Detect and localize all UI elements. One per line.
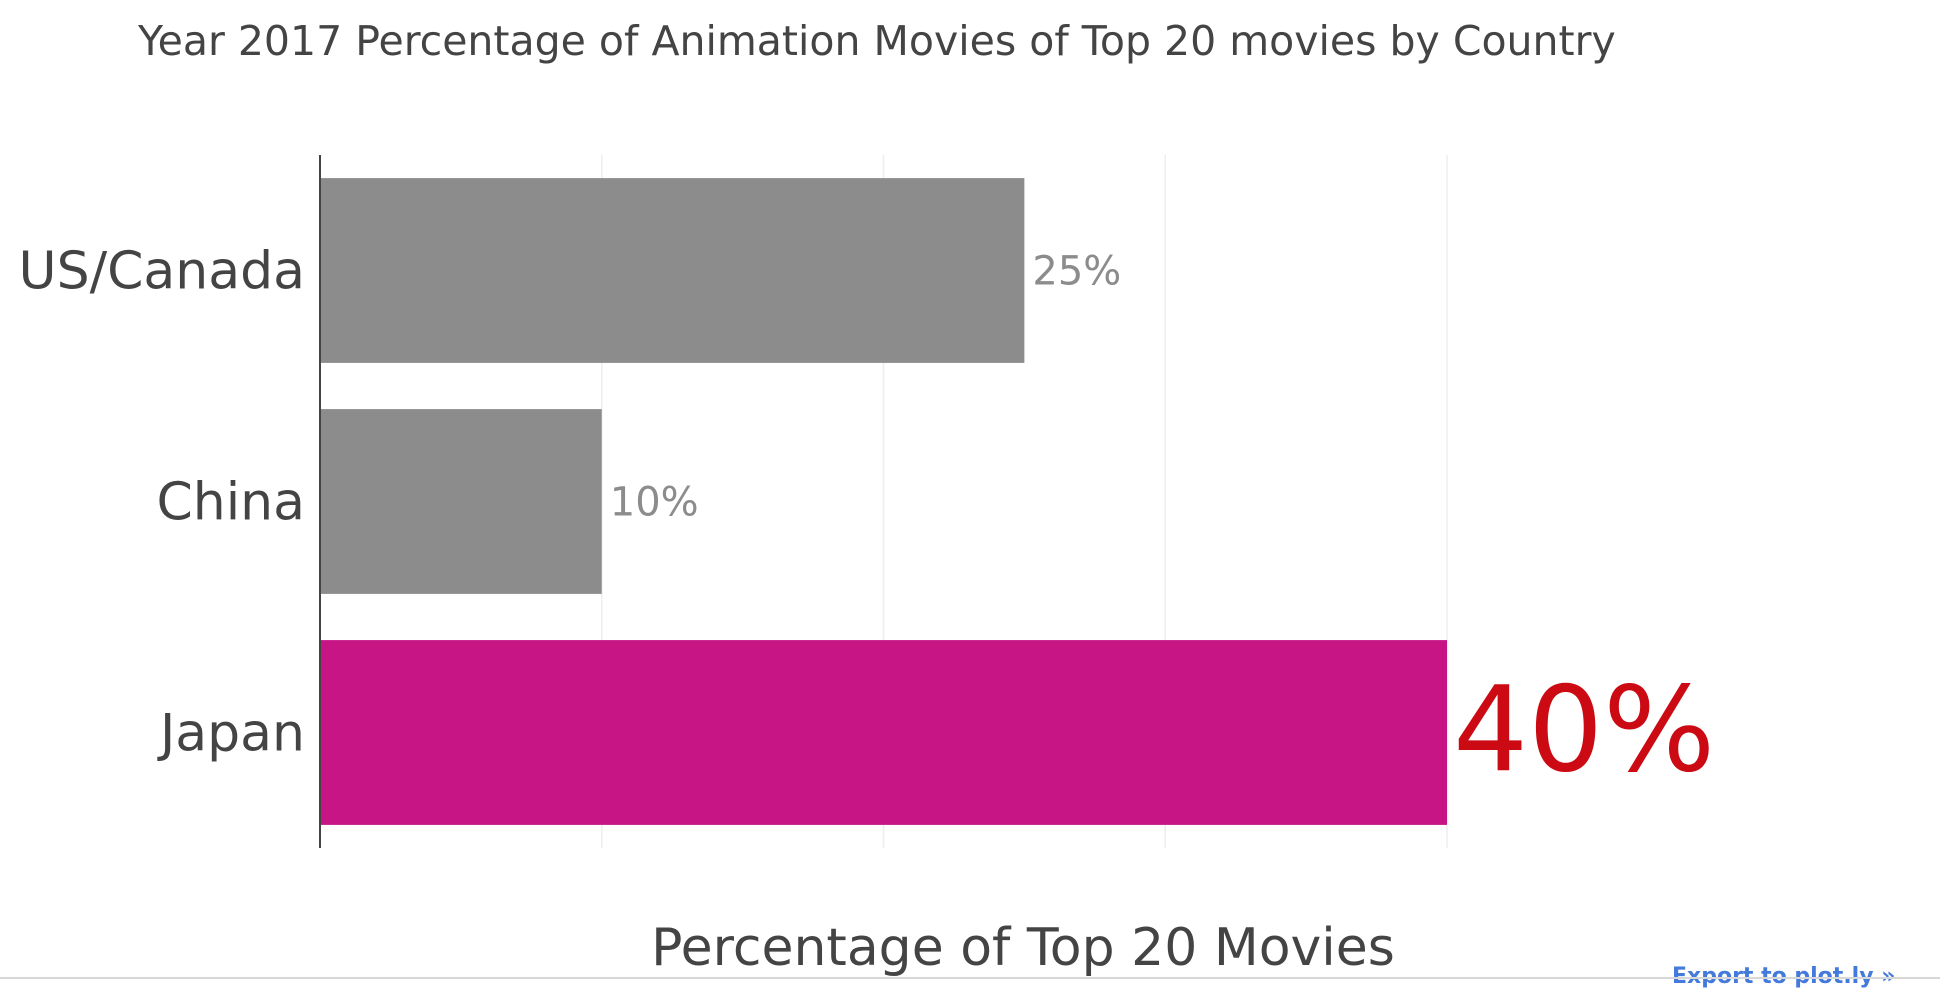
bottom-divider <box>0 977 1940 979</box>
category-labels: US/Canada China Japan <box>19 242 305 764</box>
category-label-china: China <box>156 473 305 533</box>
chart-title: Year 2017 Percentage of Animation Movies… <box>137 17 1616 65</box>
bar-china <box>320 409 602 594</box>
bar-us-canada <box>320 178 1025 363</box>
value-label-us-canada: 25% <box>1032 249 1121 295</box>
bar-japan <box>320 640 1447 825</box>
x-axis-title: Percentage of Top 20 Movies <box>651 918 1395 978</box>
value-label-japan: 40% <box>1453 661 1715 799</box>
value-label-china: 10% <box>610 480 699 526</box>
bar-chart: Year 2017 Percentage of Animation Movies… <box>19 17 1716 978</box>
category-label-japan: Japan <box>157 704 305 764</box>
category-label-us-canada: US/Canada <box>19 242 305 302</box>
